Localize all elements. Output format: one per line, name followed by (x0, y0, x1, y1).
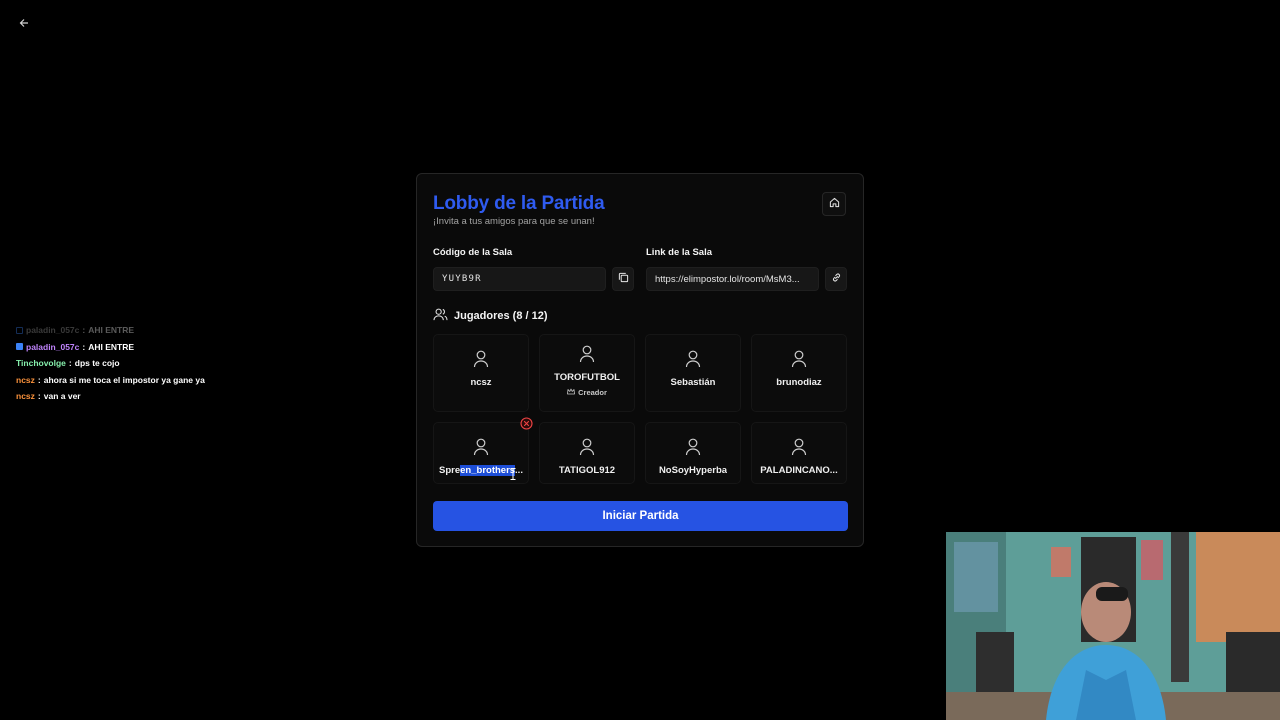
user-icon (579, 345, 595, 368)
chat-overlay: paladin_057c : AHI ENTRE paladin_057c : … (16, 322, 276, 405)
creator-label: Creador (578, 388, 607, 397)
chat-separator: : (82, 325, 86, 335)
player-name: brunodiaz (776, 377, 822, 388)
user-icon (791, 350, 807, 373)
player-name-ellipsis: ... (515, 465, 523, 476)
chat-message: paladin_057c : AHI ENTRE (16, 322, 276, 339)
user-icon (685, 350, 701, 373)
player-name: Sebastián (670, 377, 716, 388)
chat-username: Tinchovolge (16, 358, 66, 368)
users-icon (433, 308, 454, 324)
lobby-subtitle: ¡Invita a tus amigos para que se unan! (433, 216, 595, 227)
room-link-label: Link de la Sala (646, 247, 712, 258)
selected-text: en_brothers (460, 465, 516, 476)
start-game-button[interactable]: Iniciar Partida (433, 501, 848, 531)
player-card[interactable]: brunodiaz (751, 334, 847, 412)
home-icon (829, 195, 840, 213)
chat-username: paladin_057c (26, 325, 80, 335)
chat-separator: : (82, 341, 86, 352)
back-button[interactable] (14, 14, 34, 34)
chat-text: van a ver (43, 391, 81, 401)
copy-code-button[interactable] (612, 267, 634, 291)
chat-separator: : (37, 374, 41, 385)
player-card[interactable]: TOROFUTBOL Creador (539, 334, 635, 412)
user-icon (685, 438, 701, 461)
player-name-part: Spre (439, 465, 461, 476)
chat-text: AHI ENTRE (88, 325, 135, 335)
chat-text: dps te cojo (74, 358, 120, 368)
room-code-field[interactable]: YUYB9R (433, 267, 606, 291)
arrow-left-icon (19, 15, 29, 33)
chat-message: Tinchovolge : dps te cojo (16, 355, 276, 372)
room-link-field[interactable]: https://elimpostor.lol/room/MsM3... (646, 267, 819, 291)
close-circle-icon (519, 417, 533, 435)
user-icon (473, 350, 489, 373)
chat-message: ncsz : ahora si me toca el impostor ya g… (16, 372, 276, 389)
chat-text: ahora si me toca el impostor ya gane ya (43, 374, 205, 385)
kick-player-button[interactable] (519, 417, 533, 435)
user-icon (579, 438, 595, 461)
player-card[interactable]: ncsz (433, 334, 529, 412)
user-icon (791, 438, 807, 461)
player-name: ncsz (470, 377, 492, 388)
player-name: NoSoyHyperba (658, 465, 728, 476)
player-card[interactable]: TATIGOL912 (539, 422, 635, 484)
chat-separator: : (68, 358, 72, 368)
chat-username: ncsz (16, 391, 35, 401)
player-name: TOROFUTBOL (554, 372, 620, 383)
player-card[interactable]: PALADINCANO... (751, 422, 847, 484)
user-badge-icon (16, 343, 23, 351)
chat-username: paladin_057c (26, 341, 80, 352)
copy-icon (618, 270, 629, 288)
chat-username: ncsz (16, 374, 35, 385)
players-count: Jugadores (8 / 12) (454, 310, 548, 322)
text-cursor-icon (510, 467, 516, 480)
chat-message: paladin_057c : AHI ENTRE (16, 339, 276, 356)
user-icon (473, 438, 489, 461)
home-button[interactable] (822, 192, 846, 216)
link-icon (831, 270, 842, 288)
player-card[interactable]: Sebastián (645, 334, 741, 412)
player-card[interactable]: NoSoyHyperba (645, 422, 741, 484)
room-code-label: Código de la Sala (433, 247, 513, 258)
chat-message: ncsz : van a ver (16, 388, 276, 405)
lobby-title: Lobby de la Partida (433, 193, 605, 214)
creator-badge: Creador (567, 388, 607, 397)
chat-separator: : (37, 391, 41, 401)
chat-text: AHI ENTRE (88, 341, 135, 352)
webcam-feed (946, 532, 1280, 720)
lobby-card: Lobby de la Partida ¡Invita a tus amigos… (416, 173, 864, 547)
player-name: TATIGOL912 (558, 465, 616, 476)
players-heading: Jugadores (8 / 12) (433, 308, 548, 324)
copy-link-button[interactable] (825, 267, 847, 291)
crown-icon (567, 388, 578, 397)
user-badge-icon (16, 326, 23, 334)
player-name: PALADINCANO... (760, 465, 838, 476)
